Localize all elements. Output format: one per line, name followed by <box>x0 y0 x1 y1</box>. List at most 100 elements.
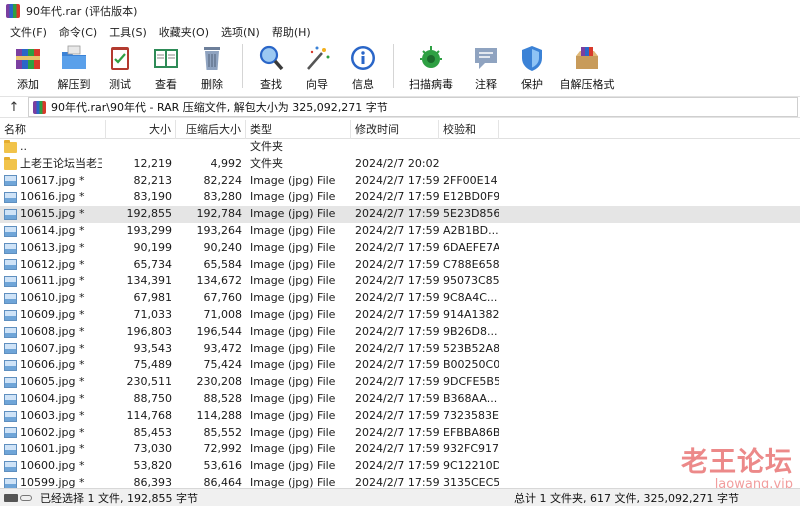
list-item[interactable]: 10599.jpg * 86,393 86,464 Image (jpg) Fi… <box>0 475 800 488</box>
file-size: 90,199 <box>133 240 173 254</box>
sfx-box-icon <box>571 42 603 74</box>
file-packed-size: 114,288 <box>196 408 243 422</box>
file-name: 10602.jpg * <box>20 425 85 439</box>
info-button[interactable]: 信息 <box>343 42 383 92</box>
file-modified: 2024/2/7 17:59 <box>355 190 439 204</box>
list-item[interactable]: 10606.jpg * 75,489 75,424 Image (jpg) Fi… <box>0 357 800 374</box>
file-size: 73,030 <box>133 442 173 456</box>
add-button[interactable]: 添加 <box>8 42 48 92</box>
file-name: 10607.jpg * <box>20 341 85 355</box>
image-file-icon <box>4 410 17 422</box>
delete-button[interactable]: 删除 <box>192 42 232 92</box>
list-item[interactable]: 10610.jpg * 67,981 67,760 Image (jpg) Fi… <box>0 290 800 307</box>
file-size: 12,219 <box>133 156 173 170</box>
selection-status: 已经选择 1 文件, 192,855 字节 <box>40 491 198 505</box>
file-name: 10614.jpg * <box>20 223 85 237</box>
list-item-selected[interactable]: 10615.jpg * 192,855 192,784 Image (jpg) … <box>0 206 800 223</box>
menu-options[interactable]: 选项(N) <box>215 24 266 40</box>
test-label: 测试 <box>109 78 131 91</box>
list-item[interactable]: 10609.jpg * 71,033 71,008 Image (jpg) Fi… <box>0 307 800 324</box>
key-icon[interactable] <box>20 494 32 501</box>
list-item[interactable]: 10611.jpg * 134,391 134,672 Image (jpg) … <box>0 273 800 290</box>
list-item[interactable]: 10608.jpg * 196,803 196,544 Image (jpg) … <box>0 324 800 341</box>
column-crc[interactable]: 校验和 <box>439 120 499 139</box>
view-book-icon <box>150 42 182 74</box>
image-file-icon <box>4 343 17 355</box>
column-name[interactable]: 名称 <box>0 120 106 139</box>
wizard-button[interactable]: 向导 <box>297 42 337 92</box>
file-packed-size: 75,424 <box>203 358 243 372</box>
virus-scan-button[interactable]: 扫描病毒 <box>402 42 460 92</box>
file-crc <box>439 139 499 156</box>
list-item[interactable]: 10614.jpg * 193,299 193,264 Image (jpg) … <box>0 223 800 240</box>
total-status: 总计 1 文件夹, 617 文件, 325,092,271 字节 <box>514 492 739 505</box>
path-field[interactable]: 90年代.rar\90年代 - RAR 压缩文件, 解包大小为 325,092,… <box>28 97 798 117</box>
list-item[interactable]: 10613.jpg * 90,199 90,240 Image (jpg) Fi… <box>0 240 800 257</box>
file-modified: 2024/2/7 20:02 <box>355 156 439 170</box>
menu-help[interactable]: 帮助(H) <box>266 24 317 40</box>
archive-icon <box>33 100 46 114</box>
list-item[interactable]: 10600.jpg * 53,820 53,616 Image (jpg) Fi… <box>0 458 800 475</box>
file-size: 230,511 <box>126 375 173 389</box>
winrar-app-icon <box>6 4 20 18</box>
list-item[interactable]: 10605.jpg * 230,511 230,208 Image (jpg) … <box>0 374 800 391</box>
list-item[interactable]: 10601.jpg * 73,030 72,992 Image (jpg) Fi… <box>0 441 800 458</box>
image-file-icon <box>4 242 17 254</box>
file-type: Image (jpg) File <box>250 274 336 288</box>
image-file-icon <box>4 377 17 389</box>
file-modified: 2024/2/7 17:59 <box>355 307 439 321</box>
folder-icon <box>4 139 17 153</box>
file-type: 文件夹 <box>250 156 283 170</box>
file-crc: 523B52A8 <box>443 341 499 355</box>
file-type: Image (jpg) File <box>250 207 336 221</box>
file-packed-size <box>176 139 246 156</box>
toolbar-separator <box>393 44 394 88</box>
file-name: 10604.jpg * <box>20 391 85 405</box>
list-item[interactable]: 10603.jpg * 114,768 114,288 Image (jpg) … <box>0 408 800 425</box>
column-size[interactable]: 大小 <box>106 120 176 139</box>
extract-to-button[interactable]: 解压到 <box>54 42 94 92</box>
menu-file[interactable]: 文件(F) <box>4 24 53 40</box>
virus-scan-label: 扫描病毒 <box>409 78 453 91</box>
file-modified: 2024/2/7 17:59 <box>355 257 439 271</box>
list-item[interactable]: 10604.jpg * 88,750 88,528 Image (jpg) Fi… <box>0 391 800 408</box>
drive-icon[interactable] <box>4 493 18 502</box>
file-modified: 2024/2/7 17:59 <box>355 391 439 405</box>
file-packed-size: 83,280 <box>203 190 243 204</box>
image-file-icon <box>4 209 17 221</box>
menu-commands[interactable]: 命令(C) <box>53 24 103 40</box>
list-item[interactable]: 10617.jpg * 82,213 82,224 Image (jpg) Fi… <box>0 173 800 190</box>
file-modified: 2024/2/7 17:59 <box>355 324 439 338</box>
file-size <box>106 139 176 156</box>
menu-favorites[interactable]: 收藏夹(O) <box>153 24 215 40</box>
comment-button[interactable]: 注释 <box>466 42 506 92</box>
file-packed-size: 193,264 <box>196 223 243 237</box>
list-item[interactable]: 10612.jpg * 65,734 65,584 Image (jpg) Fi… <box>0 257 800 274</box>
file-type: Image (jpg) File <box>250 307 336 321</box>
list-item[interactable]: 10607.jpg * 93,543 93,472 Image (jpg) Fi… <box>0 341 800 358</box>
up-arrow-icon[interactable]: ↑ <box>0 97 28 117</box>
file-modified: 2024/2/7 17:59 <box>355 459 439 473</box>
image-file-icon <box>4 393 17 405</box>
file-packed-size: 196,544 <box>196 324 243 338</box>
protect-button[interactable]: 保护 <box>512 42 552 92</box>
sfx-button[interactable]: 自解压格式 <box>558 42 616 92</box>
file-crc: B368AA... <box>443 391 498 405</box>
list-item[interactable]: .. 文件夹 <box>0 139 800 156</box>
find-button[interactable]: 查找 <box>251 42 291 92</box>
column-modified[interactable]: 修改时间 <box>351 120 439 139</box>
list-item[interactable]: 上老王论坛当老王 12,219 4,992 文件夹 2024/2/7 20:02 <box>0 156 800 173</box>
add-label: 添加 <box>17 78 39 91</box>
test-button[interactable]: 测试 <box>100 42 140 92</box>
file-packed-size: 192,784 <box>196 207 243 221</box>
view-button[interactable]: 查看 <box>146 42 186 92</box>
column-packed-size[interactable]: 压缩后大小 <box>176 120 246 139</box>
file-type: Image (jpg) File <box>250 442 336 456</box>
file-name: .. <box>20 140 27 153</box>
list-item[interactable]: 10602.jpg * 85,453 85,552 Image (jpg) Fi… <box>0 425 800 442</box>
list-item[interactable]: 10616.jpg * 83,190 83,280 Image (jpg) Fi… <box>0 189 800 206</box>
file-crc: 5E23D856 <box>443 207 499 221</box>
column-type[interactable]: 类型 <box>246 120 351 139</box>
menu-tools[interactable]: 工具(S) <box>103 24 153 40</box>
file-type: Image (jpg) File <box>250 257 336 271</box>
